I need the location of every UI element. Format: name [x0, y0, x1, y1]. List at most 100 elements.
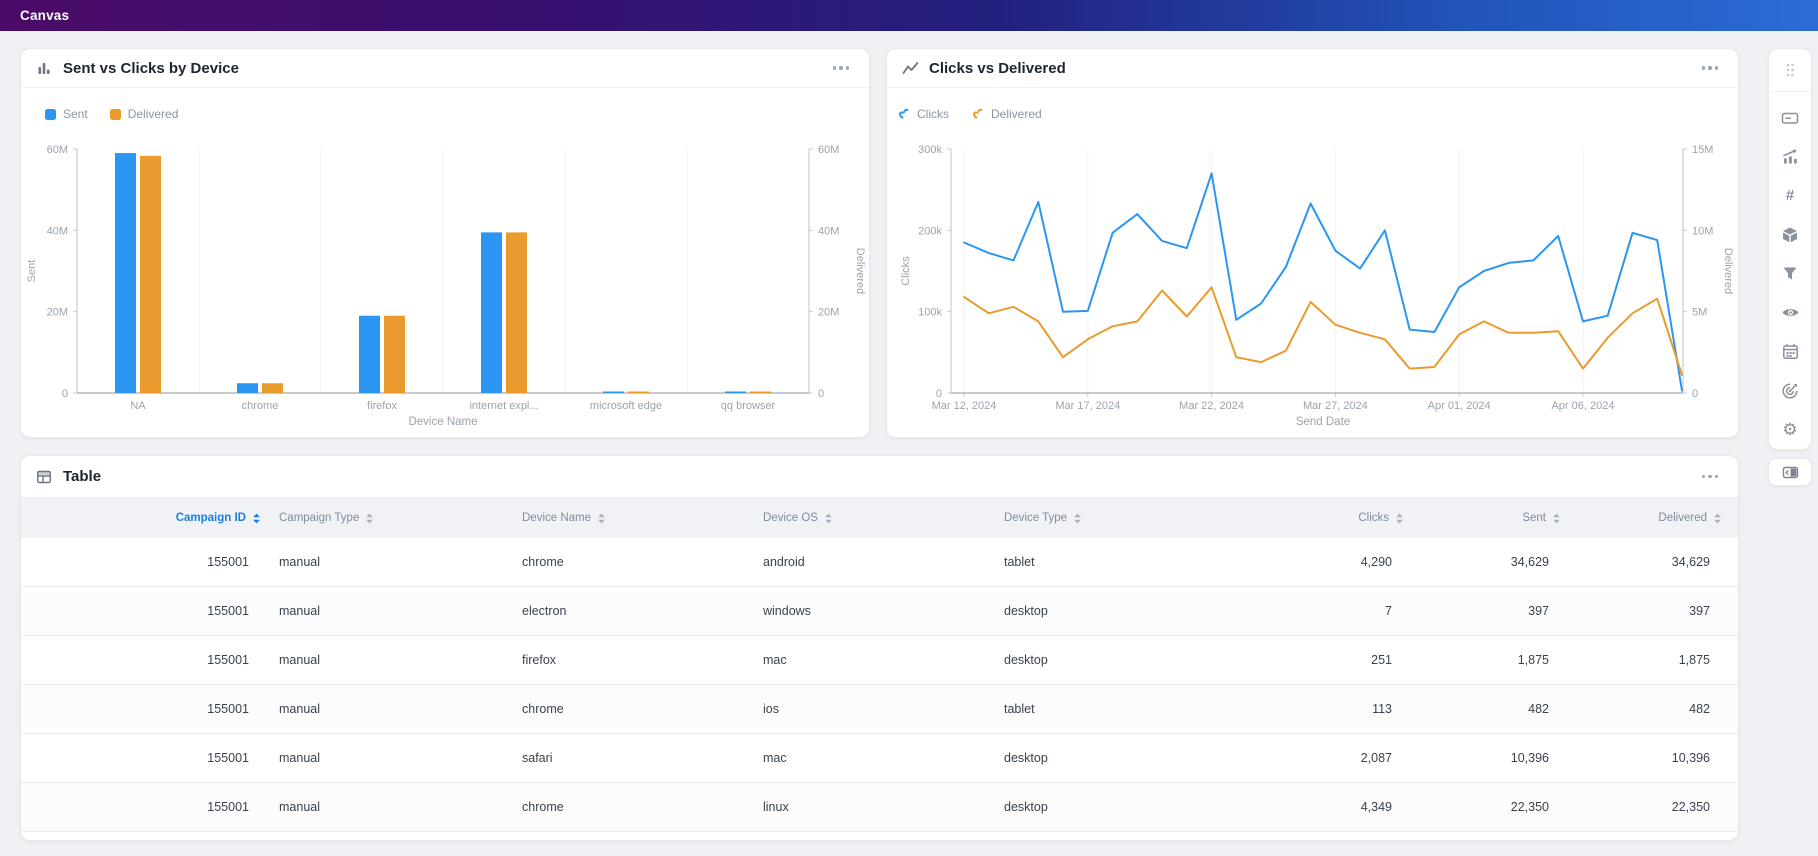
table-more-menu-button[interactable] — [1700, 469, 1721, 485]
line-chart-card: Clicks vs Delivered Clicks Delivered Mar… — [886, 48, 1739, 438]
column-header-device-name[interactable]: Device Name — [502, 512, 743, 525]
delivered-swatch — [110, 109, 121, 120]
svg-text:chrome: chrome — [242, 400, 279, 412]
table-cell: 155001 — [21, 800, 263, 814]
table-cell: firefox — [502, 653, 743, 667]
table-cell: android — [743, 555, 984, 569]
filter-funnel-tool-button[interactable] — [1771, 254, 1809, 293]
table-cell: tablet — [984, 555, 1214, 569]
svg-text:10M: 10M — [1692, 225, 1713, 237]
column-header-label: Device OS — [763, 512, 818, 524]
bar-chart-card-header: Sent vs Clicks by Device — [21, 49, 869, 88]
table-card-header: Table — [21, 456, 1738, 498]
column-header-sent[interactable]: Sent — [1420, 512, 1577, 525]
svg-text:200k: 200k — [918, 225, 942, 237]
table-cell: 1,875 — [1420, 653, 1577, 667]
svg-text:Mar 12, 2024: Mar 12, 2024 — [932, 400, 997, 412]
settings-gear-tool-button[interactable]: ⚙ — [1771, 410, 1809, 449]
column-header-clicks[interactable]: Clicks — [1214, 512, 1420, 525]
table-row: 155001manualchromelinuxdesktop4,34922,35… — [21, 783, 1738, 832]
eye-tool-button[interactable] — [1771, 293, 1809, 332]
bar-chart-more-menu-button[interactable] — [831, 60, 852, 76]
table-cell: 4,290 — [1214, 555, 1420, 569]
svg-text:0: 0 — [62, 388, 68, 400]
table-cell: 113 — [1214, 702, 1420, 716]
sort-icon — [1393, 512, 1406, 525]
sort-icon — [1071, 512, 1084, 525]
column-header-delivered[interactable]: Delivered — [1577, 512, 1738, 525]
legend-item-delivered-line[interactable]: Delivered — [971, 107, 1042, 121]
table-cell: manual — [263, 702, 502, 716]
column-header-device-type[interactable]: Device Type — [984, 512, 1214, 525]
column-header-device-os[interactable]: Device OS — [743, 512, 984, 525]
column-header-label: Sent — [1522, 512, 1546, 524]
legend-item-sent[interactable]: Sent — [45, 107, 88, 121]
svg-text:100k: 100k — [918, 307, 942, 319]
bar-delivered-5 — [750, 392, 771, 394]
hash-tool-button[interactable]: # — [1771, 176, 1809, 215]
sent-swatch — [45, 109, 56, 120]
line-chart-more-menu-button[interactable] — [1700, 60, 1721, 76]
line-chart-plot: Mar 12, 2024Mar 17, 2024Mar 22, 2024Mar … — [887, 137, 1740, 432]
cube-tool-button[interactable] — [1771, 215, 1809, 254]
calendar-tool-button[interactable] — [1771, 332, 1809, 371]
clicks-squiggle-icon — [897, 108, 910, 120]
bar-chart-title: Sent vs Clicks by Device — [63, 60, 239, 77]
table-row: 155001manualsafarimacdesktop2,08710,3961… — [21, 734, 1738, 783]
app-title: Canvas — [20, 8, 69, 23]
table-row: 155001manualfirefoxmacdesktop2511,8751,8… — [21, 636, 1738, 685]
svg-text:40M: 40M — [818, 225, 839, 237]
table-cell: 1,875 — [1577, 653, 1738, 667]
table-cell: safari — [502, 751, 743, 765]
legend-item-clicks[interactable]: Clicks — [897, 107, 949, 121]
sort-icon — [822, 512, 835, 525]
table-cell: 4,349 — [1214, 800, 1420, 814]
svg-text:20M: 20M — [818, 307, 839, 319]
bar-delivered-2 — [384, 316, 405, 393]
target-tool-button[interactable] — [1771, 371, 1809, 410]
bar-chart-icon — [35, 59, 53, 77]
svg-text:Apr 01, 2024: Apr 01, 2024 — [1428, 400, 1491, 412]
table-cell: 22,350 — [1420, 800, 1577, 814]
table-cell: 22,350 — [1577, 800, 1738, 814]
table-cell: ios — [743, 702, 984, 716]
table-cell: desktop — [984, 604, 1214, 618]
legend-item-delivered[interactable]: Delivered — [110, 107, 179, 121]
bar-sent-2 — [359, 316, 380, 393]
table-cell: windows — [743, 604, 984, 618]
svg-text:0: 0 — [818, 388, 824, 400]
line-chart-legend: Clicks Delivered — [897, 107, 1042, 121]
column-header-campaign-id[interactable]: Campaign ID — [21, 512, 263, 525]
table-cell: 482 — [1420, 702, 1577, 716]
svg-text:60M: 60M — [47, 144, 68, 156]
table-cell: 397 — [1420, 604, 1577, 618]
svg-text:300k: 300k — [918, 144, 942, 156]
table-cell: electron — [502, 604, 743, 618]
bar-delivered-4 — [628, 392, 649, 394]
column-header-label: Device Name — [522, 512, 591, 524]
series-line-delivered — [964, 287, 1682, 375]
column-header-campaign-type[interactable]: Campaign Type — [263, 512, 502, 525]
bar-sent-3 — [481, 232, 502, 393]
table-cell: 2,087 — [1214, 751, 1420, 765]
delivered-squiggle-icon — [971, 108, 984, 120]
form-field-tool-button[interactable] — [1771, 98, 1809, 137]
table-cell: 155001 — [21, 653, 263, 667]
svg-text:Mar 27, 2024: Mar 27, 2024 — [1303, 400, 1368, 412]
table-cell: mac — [743, 653, 984, 667]
column-header-label: Campaign Type — [279, 512, 359, 524]
drag-handle[interactable] — [1769, 49, 1811, 92]
bar-chart-card: Sent vs Clicks by Device Sent Delivered … — [20, 48, 870, 438]
table-cell: linux — [743, 800, 984, 814]
chart-tool-button[interactable] — [1771, 137, 1809, 176]
table-cell: manual — [263, 800, 502, 814]
svg-text:NA: NA — [130, 400, 146, 412]
svg-text:microsoft edge: microsoft edge — [590, 400, 662, 412]
collapse-panel-button[interactable] — [1768, 458, 1812, 486]
table-cell: manual — [263, 653, 502, 667]
table-cell: manual — [263, 751, 502, 765]
table-card: Table Campaign ID Campaign Type Device Nam… — [20, 455, 1739, 841]
bar-delivered-0 — [140, 156, 161, 393]
table-cell: chrome — [502, 702, 743, 716]
column-header-label: Clicks — [1358, 512, 1389, 524]
